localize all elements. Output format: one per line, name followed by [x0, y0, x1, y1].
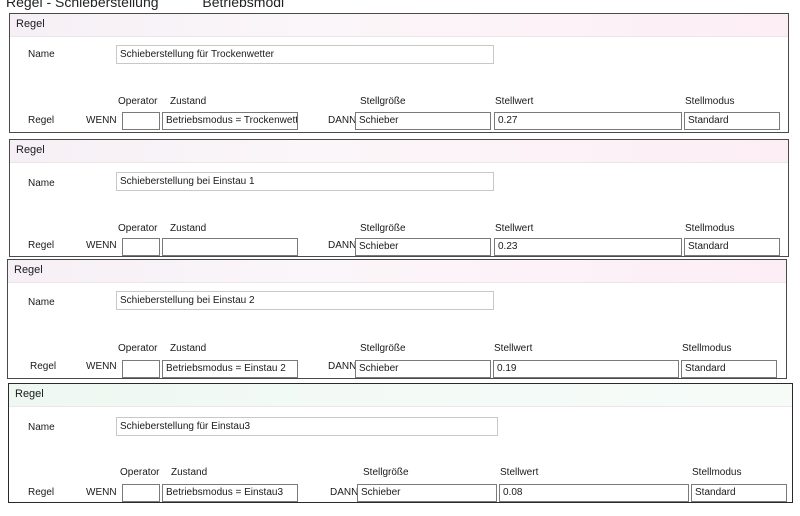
wenn-label: WENN [86, 487, 117, 498]
stellmodus-header: Stellmodus [685, 223, 735, 234]
panel-header: Regel [9, 384, 792, 407]
rule-name-field[interactable]: Schieberstellung bei Einstau 1 [116, 172, 494, 191]
stellgroesse-field[interactable]: Schieber [355, 238, 491, 256]
stellgroesse-header: Stellgröße [360, 343, 406, 354]
operator-header: Operator [120, 467, 160, 478]
panel-header: Regel [10, 14, 788, 37]
stellmodus-header: Stellmodus [685, 96, 735, 107]
stellgroesse-header: Stellgröße [360, 96, 406, 107]
panel-header: Regel [8, 260, 786, 283]
regel-label: Regel [30, 361, 57, 372]
name-label: Name [28, 297, 55, 308]
dann-label: DANN [328, 115, 357, 126]
operator-field[interactable] [122, 112, 160, 130]
name-label: Name [28, 49, 55, 60]
wenn-label: WENN [86, 115, 117, 126]
wenn-label: WENN [86, 240, 117, 251]
stellwert-header: Stellwert [500, 467, 539, 478]
stellmodus-header: Stellmodus [682, 343, 732, 354]
wenn-label: WENN [86, 361, 117, 372]
stellgroesse-field[interactable]: Schieber [355, 360, 491, 378]
stellmodus-field[interactable]: Standard [684, 238, 780, 256]
panel-title: Regel [16, 18, 45, 30]
rule-name-field[interactable]: Schieberstellung bei Einstau 2 [116, 291, 494, 310]
stellgroesse-field[interactable]: Schieber [355, 112, 491, 130]
rule-panel-2: Regel Name Schieberstellung bei Einstau … [9, 139, 789, 257]
regel-label: Regel [28, 487, 55, 498]
regel-label: Regel [28, 115, 55, 126]
stellgroesse-field[interactable]: Schieber [357, 484, 497, 502]
stellwert-field[interactable]: 0.19 [493, 360, 679, 378]
stellmodus-header: Stellmodus [692, 467, 742, 478]
stellwert-header: Stellwert [495, 223, 534, 234]
zustand-field[interactable]: Betriebsmodus = Trockenwetter [162, 112, 298, 130]
operator-field[interactable] [122, 238, 160, 256]
zustand-field[interactable]: Betriebsmodus = Einstau 2 [162, 360, 298, 378]
caption-left: Regel - Schieberstellung [6, 0, 159, 10]
zustand-field[interactable]: Betriebsmodus = Einstau3 [162, 484, 298, 502]
operator-header: Operator [118, 343, 158, 354]
stellwert-field[interactable]: 0.27 [494, 112, 682, 130]
name-label: Name [28, 178, 55, 189]
stellmodus-field[interactable]: Standard [684, 112, 780, 130]
stellwert-header: Stellwert [495, 96, 534, 107]
panel-title: Regel [16, 144, 45, 156]
rule-name-field[interactable]: Schieberstellung für Trockenwetter [116, 45, 494, 64]
dann-label: DANN [328, 240, 357, 251]
top-caption: Regel - Schieberstellung Betriebsmodi [6, 0, 324, 10]
operator-field[interactable] [122, 360, 160, 378]
dann-label: DANN [328, 361, 357, 372]
zustand-header: Zustand [171, 467, 208, 478]
stellwert-field[interactable]: 0.08 [499, 484, 689, 502]
stellwert-header: Stellwert [494, 343, 533, 354]
operator-header: Operator [118, 96, 158, 107]
zustand-header: Zustand [170, 223, 207, 234]
name-label: Name [28, 422, 55, 433]
stellwert-field[interactable]: 0.23 [494, 238, 682, 256]
panel-title: Regel [14, 264, 43, 276]
zustand-header: Zustand [170, 96, 207, 107]
rule-panel-4: Regel Name Schieberstellung für Einstau3… [8, 383, 793, 503]
zustand-header: Zustand [170, 343, 207, 354]
caption-right: Betriebsmodi [202, 0, 285, 10]
zustand-field[interactable] [162, 238, 298, 256]
panel-header: Regel [10, 140, 788, 163]
operator-header: Operator [118, 223, 158, 234]
stellmodus-field[interactable]: Standard [691, 484, 787, 502]
rule-name-field[interactable]: Schieberstellung für Einstau3 [116, 417, 498, 436]
operator-field[interactable] [122, 484, 160, 502]
rule-panel-3: Regel Name Schieberstellung bei Einstau … [7, 259, 787, 379]
stellgroesse-header: Stellgröße [363, 467, 409, 478]
stellgroesse-header: Stellgröße [360, 223, 406, 234]
dann-label: DANN [330, 487, 359, 498]
stellmodus-field[interactable]: Standard [681, 360, 777, 378]
rule-panel-1: Regel Name Schieberstellung für Trockenw… [9, 13, 789, 133]
panel-title: Regel [15, 388, 44, 400]
regel-label: Regel [28, 240, 55, 251]
